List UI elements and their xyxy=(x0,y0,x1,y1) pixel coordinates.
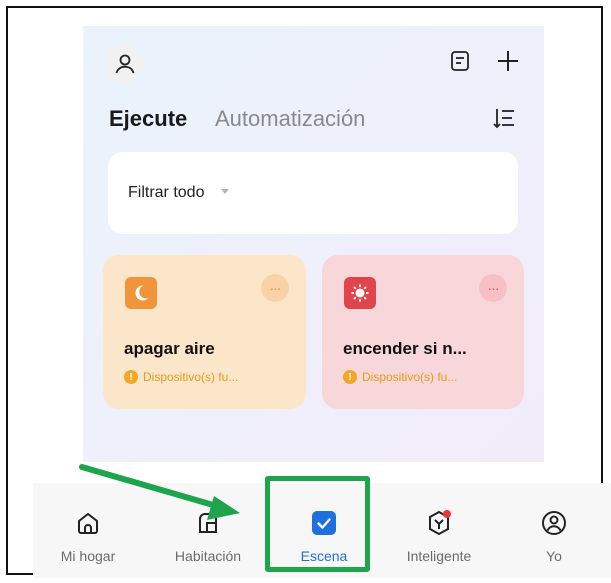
caret-down-icon xyxy=(221,189,229,194)
nav-label: Yo xyxy=(546,548,562,564)
filter-card: Filtrar todo xyxy=(108,152,518,234)
room-icon xyxy=(193,508,223,538)
user-icon xyxy=(115,54,135,74)
nav-yo[interactable]: Yo xyxy=(499,483,609,578)
sort-icon xyxy=(493,109,514,129)
more-options-button[interactable]: ··· xyxy=(479,274,507,302)
notes-button[interactable] xyxy=(447,48,473,74)
scene-status: ! Dispositivo(s) fu... xyxy=(343,370,457,384)
smart-cube-icon xyxy=(424,508,454,538)
nav-label: Mi hogar xyxy=(60,548,116,564)
scene-card-apagar-aire[interactable]: ··· apagar aire ! Dispositivo(s) fu... xyxy=(103,255,306,409)
filter-dropdown[interactable]: Filtrar todo xyxy=(128,184,204,202)
nav-inteligente[interactable]: Inteligente xyxy=(384,483,494,578)
scene-status: ! Dispositivo(s) fu... xyxy=(124,370,238,384)
nav-escena[interactable]: Escena xyxy=(269,483,379,578)
scene-status-text: Dispositivo(s) fu... xyxy=(362,370,458,384)
add-scene-button[interactable] xyxy=(495,48,521,74)
scene-name: apagar aire xyxy=(124,339,215,358)
warning-icon: ! xyxy=(124,370,138,384)
profile-avatar-button[interactable] xyxy=(105,44,145,84)
plus-icon xyxy=(498,51,518,71)
screenshot-frame: Ejecute Automatización Filtrar todo ··· … xyxy=(6,6,611,578)
nav-habitacion[interactable]: Habitación xyxy=(153,483,263,578)
nav-label: Escena xyxy=(300,548,348,564)
more-icon: ··· xyxy=(269,280,282,296)
scene-name: encender si n... xyxy=(343,339,467,358)
sort-button[interactable] xyxy=(491,106,517,132)
nav-label: Habitación xyxy=(174,548,242,564)
nav-label: Inteligente xyxy=(406,548,472,564)
tab-automatizacion[interactable]: Automatización xyxy=(215,106,365,132)
scene-screen: Ejecute Automatización Filtrar todo ··· … xyxy=(83,26,544,462)
scene-icon-badge xyxy=(125,277,157,309)
nav-mi-hogar[interactable]: Mi hogar xyxy=(33,483,143,578)
check-icon xyxy=(309,508,339,538)
tab-ejecute[interactable]: Ejecute xyxy=(109,106,187,132)
scene-icon-badge xyxy=(344,277,376,309)
bottom-nav: Mi hogar Habitación Escena Inteligente Y… xyxy=(33,483,611,578)
moon-icon xyxy=(135,285,149,301)
scene-card-encender[interactable]: ··· encender si n... ! Dispositivo(s) fu… xyxy=(322,255,524,409)
profile-icon xyxy=(539,508,569,538)
home-icon xyxy=(73,508,103,538)
warning-icon: ! xyxy=(343,370,357,384)
more-icon: ··· xyxy=(487,280,500,296)
document-icon xyxy=(451,51,469,71)
sun-icon xyxy=(351,284,369,302)
more-options-button[interactable]: ··· xyxy=(261,274,289,302)
scene-status-text: Dispositivo(s) fu... xyxy=(143,370,239,384)
